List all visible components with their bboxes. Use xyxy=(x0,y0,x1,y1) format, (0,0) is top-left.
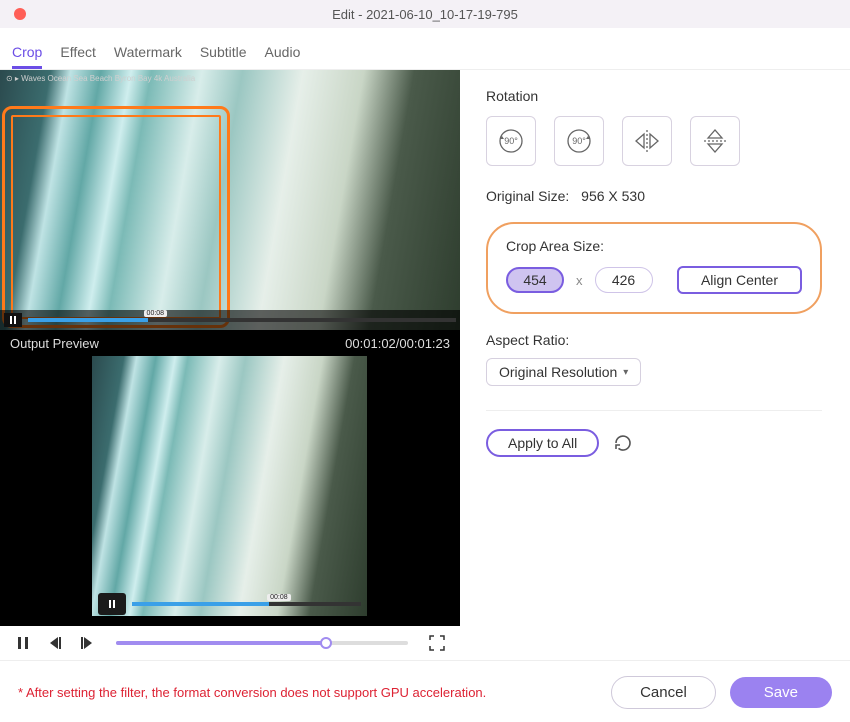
chevron-down-icon: ▾ xyxy=(623,367,628,378)
save-button[interactable]: Save xyxy=(730,677,832,708)
crop-height-input[interactable] xyxy=(595,267,653,293)
rotate-ccw-button[interactable]: 90° xyxy=(486,116,536,166)
timecode: 00:01:02/00:01:23 xyxy=(345,336,450,351)
output-pause-button[interactable] xyxy=(98,593,126,615)
timeline-fill xyxy=(116,641,326,645)
pause-button[interactable] xyxy=(14,634,32,652)
aspect-ratio-value: Original Resolution xyxy=(499,364,617,380)
crop-selection-inner xyxy=(11,115,221,319)
cancel-button[interactable]: Cancel xyxy=(611,676,716,709)
output-preview-label: Output Preview xyxy=(10,336,99,351)
gpu-warning: After setting the filter, the format con… xyxy=(18,685,486,700)
timeline-slider[interactable] xyxy=(116,641,408,645)
preview-column: ⊙ ▸ Waves Ocean Sea Beach Byron Bay 4k A… xyxy=(0,70,460,660)
crop-dim-separator: x xyxy=(576,273,583,288)
output-playbar: 00:08 xyxy=(92,592,367,616)
original-size-value: 956 X 530 xyxy=(581,188,645,204)
window-titlebar: Edit - 2021-06-10_10-17-19-795 xyxy=(0,0,850,28)
original-size-row: Original Size: 956 X 530 xyxy=(486,188,822,204)
window-title: Edit - 2021-06-10_10-17-19-795 xyxy=(0,7,850,22)
reset-button[interactable] xyxy=(613,433,633,453)
aspect-ratio-select[interactable]: Original Resolution ▾ xyxy=(486,358,641,386)
rotate-cw-label: 90° xyxy=(572,136,586,146)
output-preview-header: Output Preview 00:01:02/00:01:23 xyxy=(0,330,460,356)
tab-effect[interactable]: Effect xyxy=(60,38,96,69)
crop-area-label: Crop Area Size: xyxy=(506,238,802,254)
tab-subtitle[interactable]: Subtitle xyxy=(200,38,247,69)
close-window-button[interactable] xyxy=(14,8,26,20)
apply-to-all-button[interactable]: Apply to All xyxy=(486,429,599,457)
original-size-label: Original Size: xyxy=(486,188,569,204)
tab-watermark[interactable]: Watermark xyxy=(114,38,182,69)
rotate-cw-button[interactable]: 90° xyxy=(554,116,604,166)
crop-settings-panel: Rotation 90° 90° xyxy=(460,70,850,660)
footer: After setting the filter, the format con… xyxy=(0,660,850,722)
rotate-ccw-label: 90° xyxy=(504,136,518,146)
divider xyxy=(486,410,822,411)
output-frame: 00:08 xyxy=(92,356,367,616)
source-progress-marker: 00:08 xyxy=(144,310,168,317)
source-pause-button[interactable] xyxy=(4,313,22,327)
crop-selection-box[interactable] xyxy=(2,106,230,328)
fullscreen-button[interactable] xyxy=(428,634,446,652)
output-progress-marker: 00:08 xyxy=(267,594,291,601)
flip-vertical-button[interactable] xyxy=(690,116,740,166)
flip-horizontal-button[interactable] xyxy=(622,116,672,166)
output-progress[interactable]: 00:08 xyxy=(132,602,361,606)
output-video-preview: 00:08 xyxy=(0,356,460,626)
source-playbar: 00:08 xyxy=(0,310,460,330)
rotation-buttons: 90° 90° xyxy=(486,116,822,166)
output-video-frame xyxy=(92,356,367,616)
step-forward-button[interactable] xyxy=(78,634,96,652)
timeline-thumb[interactable] xyxy=(320,637,332,649)
tab-audio[interactable]: Audio xyxy=(265,38,301,69)
transport-controls xyxy=(0,626,460,660)
align-center-button[interactable]: Align Center xyxy=(677,266,802,294)
rotation-label: Rotation xyxy=(486,88,822,104)
source-progress-fill xyxy=(28,318,148,322)
source-video-preview[interactable]: ⊙ ▸ Waves Ocean Sea Beach Byron Bay 4k A… xyxy=(0,70,460,330)
source-progress[interactable]: 00:08 xyxy=(28,318,456,322)
aspect-ratio-label: Aspect Ratio: xyxy=(486,332,822,348)
step-back-button[interactable] xyxy=(46,634,64,652)
crop-width-input[interactable] xyxy=(506,267,564,293)
editor-tabs: Crop Effect Watermark Subtitle Audio xyxy=(0,28,850,70)
tab-crop[interactable]: Crop xyxy=(12,38,42,69)
crop-area-panel: Crop Area Size: x Align Center xyxy=(486,222,822,314)
output-progress-fill xyxy=(132,602,269,606)
video-metadata-overlay: ⊙ ▸ Waves Ocean Sea Beach Byron Bay 4k A… xyxy=(6,74,195,83)
